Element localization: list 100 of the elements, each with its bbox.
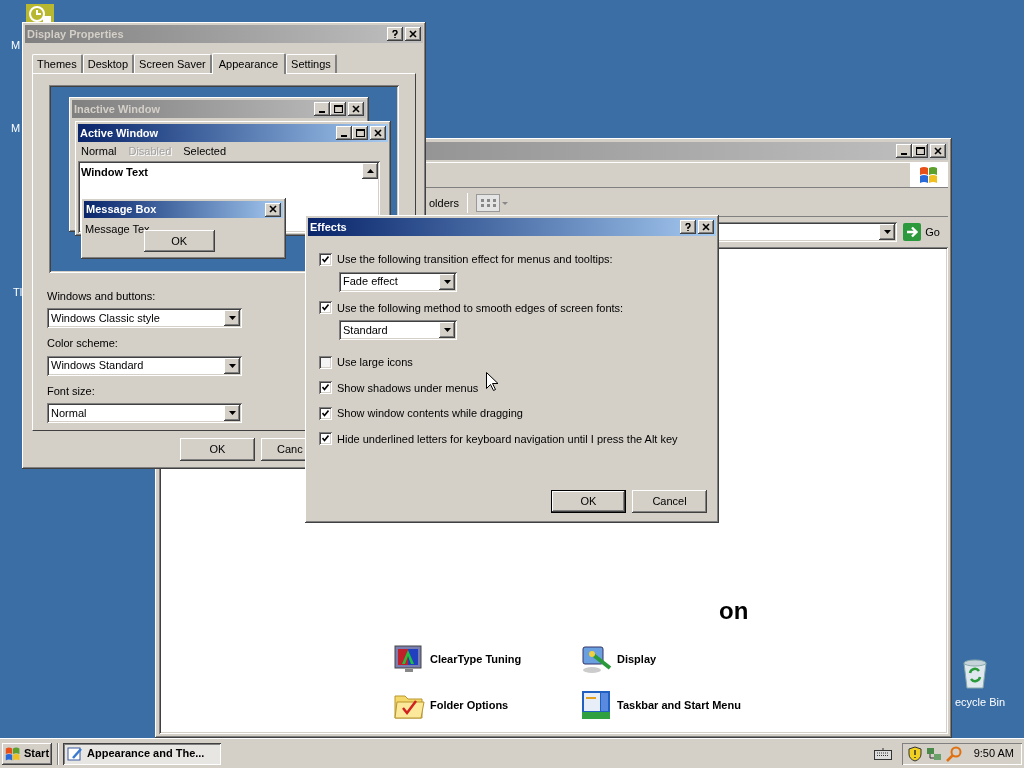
checkbox[interactable] [319,355,332,369]
close-button[interactable] [370,126,386,140]
close-icon [933,146,943,156]
minimize-button[interactable] [896,144,912,158]
help-button[interactable] [680,220,696,234]
close-button[interactable] [698,220,714,234]
help-icon [683,222,693,232]
tab[interactable]: Desktop [82,54,135,73]
caret-icon [501,201,508,205]
views-button[interactable] [475,194,508,212]
pointer-icon [486,372,498,391]
heading: on [719,599,749,623]
help-icon [390,29,400,39]
close-button[interactable] [930,144,946,158]
ok-button[interactable]: OK [551,490,626,513]
desktop-icon-label: ecycle Bin [955,695,1006,710]
cancel-button[interactable]: Cancel [632,490,707,513]
checkmark-icon [322,255,329,263]
keyboard-icon[interactable] [873,747,892,760]
checkbox[interactable] [319,432,332,446]
checkmark-icon [322,304,329,312]
dropdown-button[interactable] [224,310,240,326]
window-text: Window Text [80,165,148,180]
close-icon [351,104,361,114]
ok-button[interactable]: OK [180,438,255,461]
control-panel-link[interactable]: Taskbar and Start Menu [580,689,780,721]
close-icon [373,128,383,138]
dropdown-field[interactable]: Windows Classic style [47,308,242,328]
dropdown-button[interactable] [439,322,455,338]
checkbox-label: Show window contents while dragging [337,406,523,421]
window-title: Message Box [86,202,158,218]
help-button[interactable] [387,27,403,41]
window-title: Effects [310,219,348,235]
go-button[interactable]: Go [901,221,942,243]
maximize-button[interactable] [352,126,368,140]
control-panel-link[interactable]: ClearType Tuning [393,643,580,675]
close-button[interactable] [265,202,281,217]
tab[interactable]: Appearance [211,53,287,74]
minimize-button[interactable] [336,126,352,140]
close-button[interactable] [348,102,364,116]
checkbox[interactable] [319,301,332,315]
shield-icon[interactable] [907,745,922,762]
dropdown-button[interactable] [224,405,240,421]
close-icon [701,222,711,232]
down-arrow-icon [228,316,236,320]
clock: 9:50 AM [973,746,1014,762]
scroll-up-button[interactable] [362,163,378,179]
dropdown-field[interactable]: Fade effect [339,271,457,292]
field-label: Font size: [47,383,95,399]
dropdown-field[interactable]: Standard [339,320,457,340]
cancel-button[interactable]: Canc [261,438,306,461]
maximize-icon [355,128,365,138]
minimize-button[interactable] [314,102,330,116]
minimize-icon [901,152,907,155]
right-arrow-icon [903,223,922,241]
control-panel-link[interactable]: Folder Options [393,689,580,721]
close-icon [268,205,278,214]
window-title: Inactive Window [74,101,162,117]
window-title: Display Properties [27,26,125,42]
down-arrow-icon [228,411,236,415]
menu-item[interactable]: Selected [183,143,227,160]
close-icon [408,29,418,39]
checkbox[interactable] [319,406,332,420]
dropdown-button[interactable] [879,224,896,240]
menu-item[interactable]: Normal [81,143,117,160]
dropdown-field[interactable]: Windows Standard [47,355,242,376]
dropdown-field[interactable]: Normal [47,403,242,423]
up-arrow-icon [366,169,374,173]
checkbox[interactable] [319,381,332,395]
network-icon[interactable] [925,745,942,762]
field-label: Color scheme: [47,336,118,351]
start-button[interactable]: Start [2,742,53,765]
recycle-bin-icon[interactable] [960,657,990,689]
checkmark-icon [322,435,329,443]
tab[interactable]: Screen Saver [134,54,212,73]
taskbar-button[interactable]: Appearance and The... [63,742,222,765]
desktop-icon-label: M [11,38,21,53]
down-arrow-icon [883,230,891,234]
folders-button[interactable]: olders [429,194,459,212]
maximize-button[interactable] [330,102,346,116]
dropdown-button[interactable] [439,273,455,290]
display-icon [580,643,612,675]
close-button[interactable] [405,27,421,41]
checkbox-label: Show shadows under menus [337,380,479,396]
tab[interactable]: Themes [32,54,83,73]
maximize-button[interactable] [912,144,928,158]
ok-button[interactable]: OK [143,230,215,252]
minimize-icon [319,110,325,113]
checkbox-label: Use the following transition effect for menus and tooltips: [337,252,613,267]
window-pen-icon [67,745,84,762]
desktop-icon-label: Tl [13,285,23,300]
checkbox[interactable] [319,252,332,266]
window-title: Active Window [80,125,160,141]
windows-logo-icon [5,745,21,762]
down-arrow-icon [443,279,451,284]
tab[interactable]: Settings [286,54,337,73]
checkmark-icon [322,409,329,417]
control-panel-link[interactable]: Display [580,643,780,675]
windows-logo-icon [919,165,939,185]
dropdown-button[interactable] [224,357,240,374]
